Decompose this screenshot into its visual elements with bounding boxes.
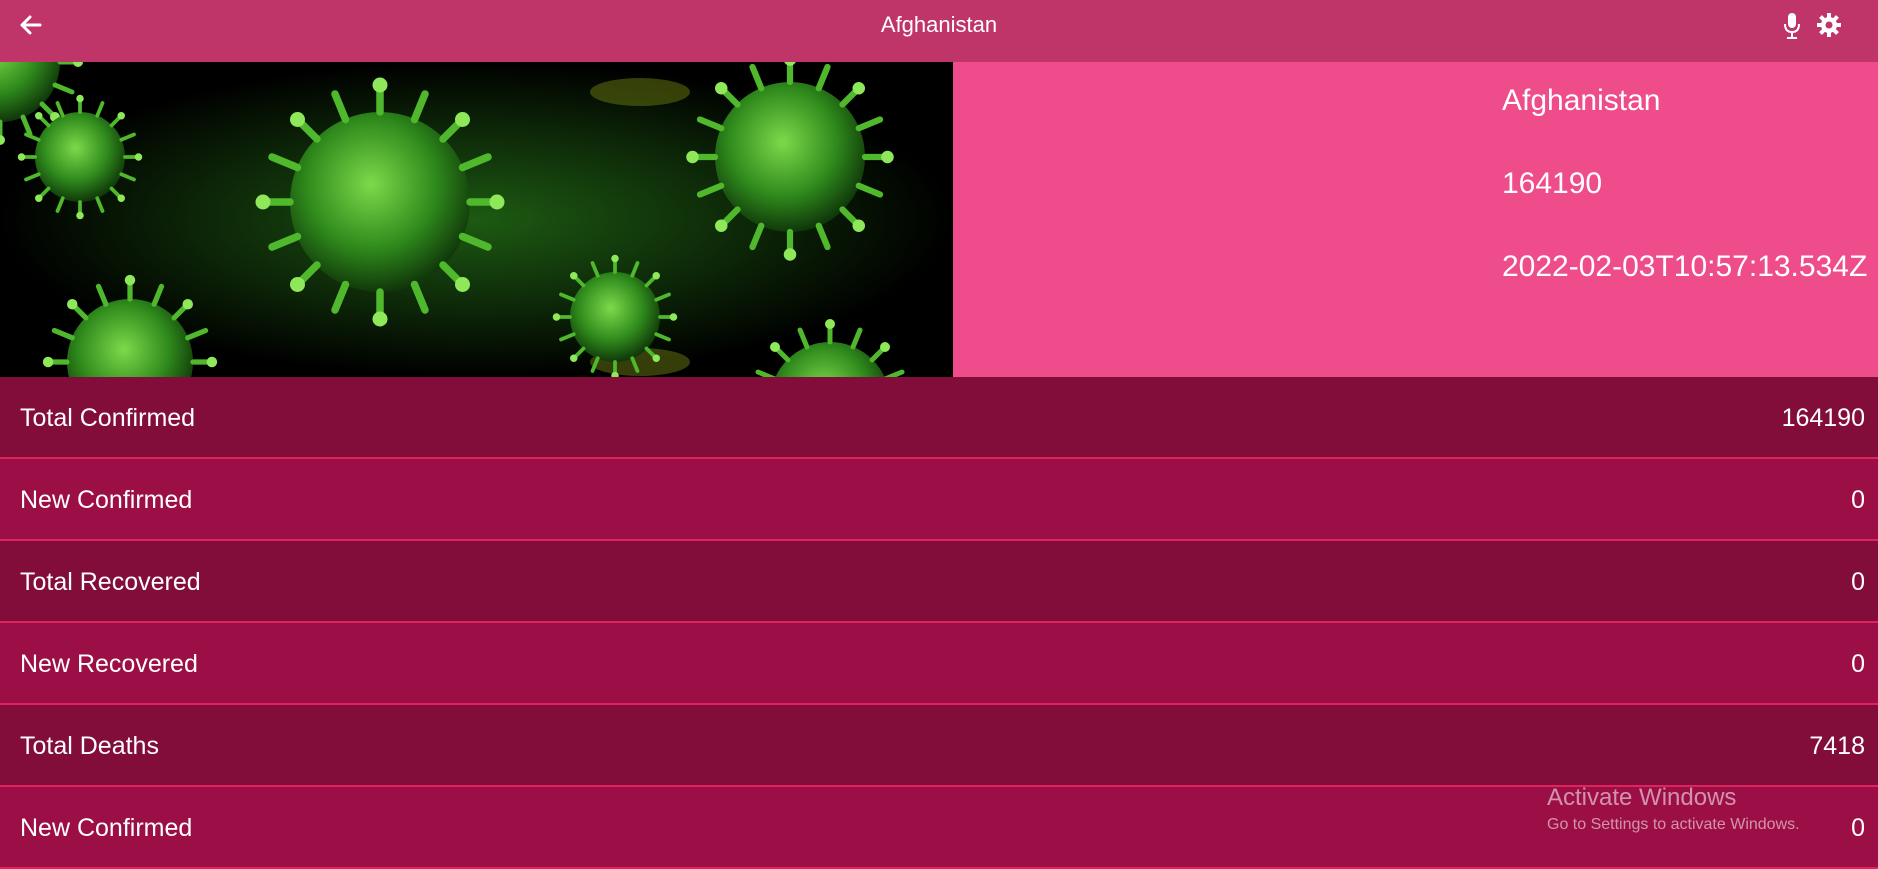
microphone-icon[interactable] bbox=[1782, 12, 1802, 40]
list-item: New Recovered 0 bbox=[0, 623, 1878, 705]
page-title: Afghanistan bbox=[880, 12, 998, 37]
stat-value: 0 bbox=[1851, 814, 1865, 842]
country-card: Afghanistan 164190 2022-02-03T10:57:13.5… bbox=[0, 62, 1878, 377]
stat-value: 0 bbox=[1851, 486, 1865, 514]
stat-value: 164190 bbox=[1781, 404, 1865, 432]
stat-label: New Confirmed bbox=[20, 814, 193, 842]
stat-label: New Recovered bbox=[20, 650, 198, 678]
country-total: 164190 bbox=[1502, 167, 1603, 200]
stat-label: Total Recovered bbox=[20, 568, 201, 596]
stat-value: 7418 bbox=[1809, 732, 1865, 760]
gear-icon[interactable] bbox=[1816, 12, 1842, 38]
stat-value: 0 bbox=[1851, 568, 1865, 596]
country-name: Afghanistan bbox=[1502, 84, 1661, 117]
country-info: Afghanistan 164190 2022-02-03T10:57:13.5… bbox=[1502, 62, 1878, 377]
activate-windows-watermark: Activate Windows Go to Settings to activ… bbox=[1547, 784, 1800, 834]
stat-value: 0 bbox=[1851, 650, 1865, 678]
list-item: New Confirmed 0 bbox=[0, 459, 1878, 541]
list-item: Total Recovered 0 bbox=[0, 541, 1878, 623]
list-item: Total Deaths 7418 bbox=[0, 705, 1878, 787]
stat-label: New Confirmed bbox=[20, 486, 193, 514]
country-updated: 2022-02-03T10:57:13.534Z bbox=[1502, 250, 1868, 283]
app-header: Afghanistan bbox=[0, 0, 1878, 62]
watermark-subtitle: Go to Settings to activate Windows. bbox=[1547, 816, 1800, 833]
stat-label: Total Confirmed bbox=[20, 404, 196, 432]
stat-label: Total Deaths bbox=[20, 732, 159, 760]
watermark-title: Activate Windows bbox=[1547, 784, 1737, 811]
list-item: Total Confirmed 164190 bbox=[0, 377, 1878, 459]
coronavirus-image bbox=[0, 62, 953, 377]
